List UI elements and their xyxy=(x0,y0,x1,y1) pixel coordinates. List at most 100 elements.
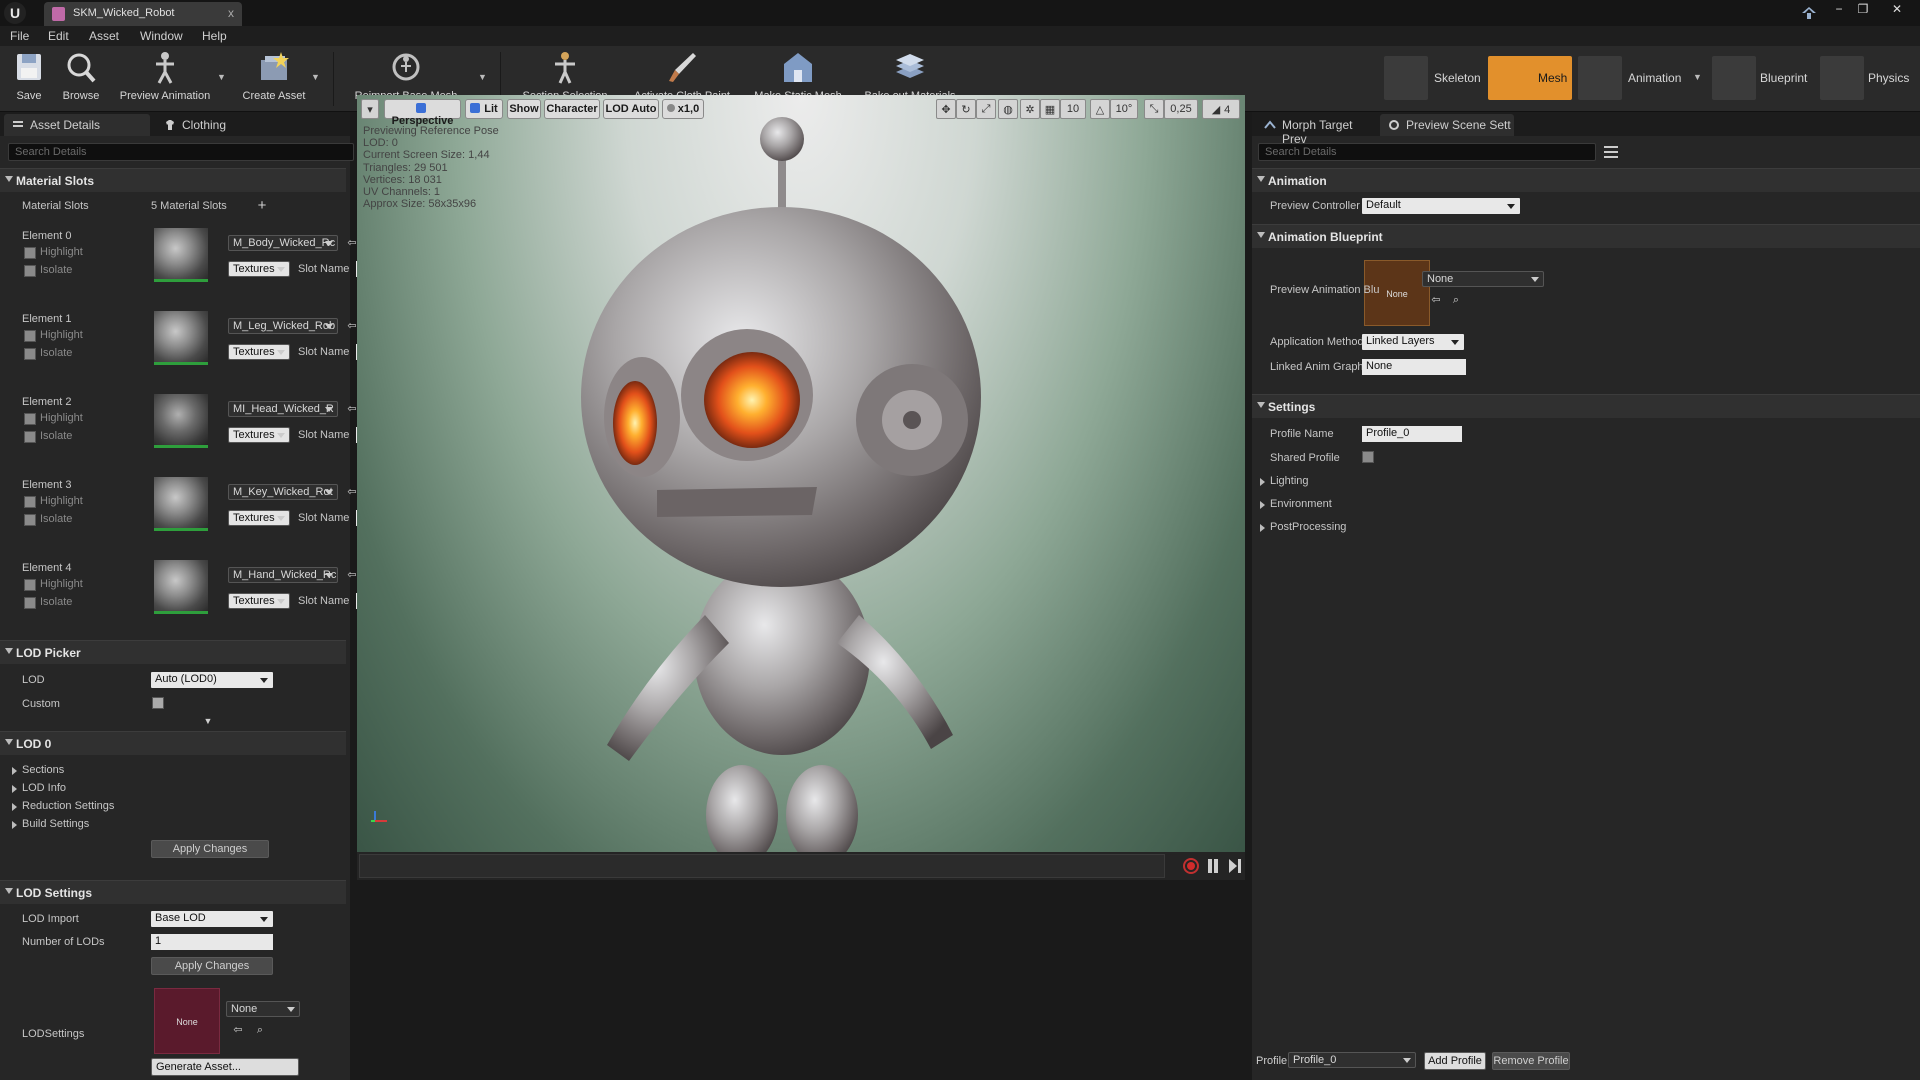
textures-dropdown[interactable]: Textures xyxy=(228,261,290,277)
mode-mesh-button[interactable]: Mesh xyxy=(1488,56,1572,100)
lod-settings-category[interactable]: LOD Settings xyxy=(0,880,346,904)
highlight-checkbox[interactable] xyxy=(24,496,36,508)
mode-animation-button[interactable]: Animation xyxy=(1578,56,1696,100)
generate-asset-button[interactable]: Generate Asset... xyxy=(151,1058,299,1076)
material-select[interactable]: M_Body_Wicked_Rc xyxy=(228,235,338,251)
reimport-dropdown-icon[interactable]: ▼ xyxy=(478,72,487,82)
lighting-expander[interactable]: Lighting xyxy=(1260,475,1309,487)
view-options-icon[interactable] xyxy=(1602,143,1620,161)
menu-edit[interactable]: Edit xyxy=(48,29,69,43)
browse-asset-icon[interactable]: ⌕ xyxy=(1450,294,1462,306)
browse-asset-icon[interactable]: ⌕ xyxy=(254,1024,266,1036)
minimize-button[interactable]: − xyxy=(1828,2,1850,16)
animation-category[interactable]: Animation xyxy=(1252,168,1920,192)
isolate-checkbox[interactable] xyxy=(24,265,36,277)
animation-mode-dropdown-icon[interactable]: ▼ xyxy=(1693,72,1702,82)
profile-name-field[interactable]: Profile_0 xyxy=(1362,426,1462,442)
menu-asset[interactable]: Asset xyxy=(89,29,119,43)
material-slots-category[interactable]: Material Slots xyxy=(0,168,346,192)
create-asset-button[interactable]: Create Asset xyxy=(236,50,312,108)
material-select[interactable]: MI_Head_Wicked_R xyxy=(228,401,338,417)
mode-blueprint-button[interactable]: Blueprint xyxy=(1712,56,1812,100)
save-button[interactable]: Save xyxy=(8,50,50,108)
profile-footer-select[interactable]: Profile_0 xyxy=(1288,1052,1416,1068)
pause-icon[interactable] xyxy=(1206,858,1220,874)
scene-settings-search-input[interactable]: Search Details xyxy=(1258,143,1596,161)
material-thumbnail[interactable] xyxy=(154,311,208,365)
lodsettings-asset-thumbnail[interactable]: None xyxy=(154,988,220,1054)
material-thumbnail[interactable] xyxy=(154,228,208,282)
anim-blueprint-select[interactable]: None xyxy=(1422,271,1544,287)
isolate-checkbox[interactable] xyxy=(24,431,36,443)
restore-button[interactable]: ❐ xyxy=(1852,2,1874,16)
expand-advanced-icon[interactable]: ▼ xyxy=(202,715,214,727)
highlight-checkbox[interactable] xyxy=(24,579,36,591)
menu-window[interactable]: Window xyxy=(140,29,183,43)
reduction-settings-expander[interactable]: Reduction Settings xyxy=(12,800,114,812)
tab-clothing[interactable]: Clothing xyxy=(156,114,266,136)
menu-help[interactable]: Help xyxy=(202,29,227,43)
isolate-checkbox[interactable] xyxy=(24,597,36,609)
highlight-checkbox[interactable] xyxy=(24,413,36,425)
settings-category[interactable]: Settings xyxy=(1252,394,1920,418)
mode-physics-button[interactable]: Physics xyxy=(1820,56,1914,100)
lodsettings-asset-select[interactable]: None xyxy=(226,1001,300,1017)
remove-profile-button[interactable]: Remove Profile xyxy=(1492,1052,1570,1070)
preview-animation-dropdown-icon[interactable]: ▼ xyxy=(217,72,226,82)
isolate-checkbox[interactable] xyxy=(24,514,36,526)
material-thumbnail[interactable] xyxy=(154,560,208,614)
unreal-logo-icon[interactable]: U xyxy=(4,2,26,24)
use-selected-asset-icon[interactable]: ⇦ xyxy=(232,1024,244,1036)
timeline-scrubber[interactable] xyxy=(359,854,1165,878)
textures-dropdown[interactable]: Textures xyxy=(228,510,290,526)
material-thumbnail[interactable] xyxy=(154,394,208,448)
material-select[interactable]: M_Hand_Wicked_Rc xyxy=(228,567,338,583)
lod-settings-apply-changes-button[interactable]: Apply Changes xyxy=(151,957,273,975)
tab-morph-target-preview[interactable]: Morph Target Prev xyxy=(1256,114,1376,146)
material-select[interactable]: M_Leg_Wicked_Rob xyxy=(228,318,338,334)
postprocessing-expander[interactable]: PostProcessing xyxy=(1260,521,1346,533)
add-material-slot-icon[interactable]: + xyxy=(256,198,268,213)
textures-dropdown[interactable]: Textures xyxy=(228,593,290,609)
sections-expander[interactable]: Sections xyxy=(12,764,64,776)
textures-dropdown[interactable]: Textures xyxy=(228,344,290,360)
lod-picker-category[interactable]: LOD Picker xyxy=(0,640,346,664)
tab-close-icon[interactable]: x xyxy=(228,6,234,20)
tab-asset-details[interactable]: Asset Details xyxy=(4,114,150,136)
use-selected-asset-icon[interactable]: ⇦ xyxy=(1430,294,1442,306)
environment-expander[interactable]: Environment xyxy=(1260,498,1332,510)
tab-preview-scene-settings[interactable]: Preview Scene Sett xyxy=(1380,114,1514,136)
step-forward-icon[interactable] xyxy=(1228,858,1242,874)
textures-dropdown[interactable]: Textures xyxy=(228,427,290,443)
preview-viewport[interactable]: ▾ Perspective Lit Show Character LOD Aut… xyxy=(357,95,1245,852)
linked-anim-graph-field[interactable]: None xyxy=(1362,359,1466,375)
add-profile-button[interactable]: Add Profile xyxy=(1424,1052,1486,1070)
isolate-checkbox[interactable] xyxy=(24,348,36,360)
lod0-category[interactable]: LOD 0 xyxy=(0,731,346,755)
browse-button[interactable]: Browse xyxy=(56,50,106,108)
preview-animation-button[interactable]: Preview Animation xyxy=(112,50,218,108)
lod0-apply-changes-button[interactable]: Apply Changes xyxy=(151,840,269,858)
custom-checkbox[interactable] xyxy=(152,697,164,709)
menu-file[interactable]: File xyxy=(10,29,29,43)
number-of-lods-field[interactable]: 1 xyxy=(151,934,273,950)
shared-profile-checkbox[interactable] xyxy=(1362,451,1374,463)
details-search-input[interactable]: Search Details xyxy=(8,143,354,161)
animation-blueprint-category[interactable]: Animation Blueprint xyxy=(1252,224,1920,248)
close-window-button[interactable]: ✕ xyxy=(1886,2,1908,16)
material-select[interactable]: M_Key_Wicked_Rot xyxy=(228,484,338,500)
highlight-checkbox[interactable] xyxy=(24,330,36,342)
create-asset-dropdown-icon[interactable]: ▼ xyxy=(311,72,320,82)
lod-select[interactable]: Auto (LOD0) xyxy=(151,672,273,688)
highlight-checkbox[interactable] xyxy=(24,247,36,259)
lod-import-select[interactable]: Base LOD xyxy=(151,911,273,927)
build-settings-expander[interactable]: Build Settings xyxy=(12,818,89,830)
preview-controller-select[interactable]: Default xyxy=(1362,198,1520,214)
record-icon[interactable] xyxy=(1182,857,1200,875)
lod-info-expander[interactable]: LOD Info xyxy=(12,782,66,794)
material-thumbnail[interactable] xyxy=(154,477,208,531)
mode-skeleton-button[interactable]: Skeleton xyxy=(1384,56,1484,100)
asset-document-tab[interactable]: SKM_Wicked_Robot x xyxy=(44,2,242,26)
application-method-select[interactable]: Linked Layers xyxy=(1362,334,1464,350)
source-control-icon[interactable] xyxy=(1800,3,1818,21)
